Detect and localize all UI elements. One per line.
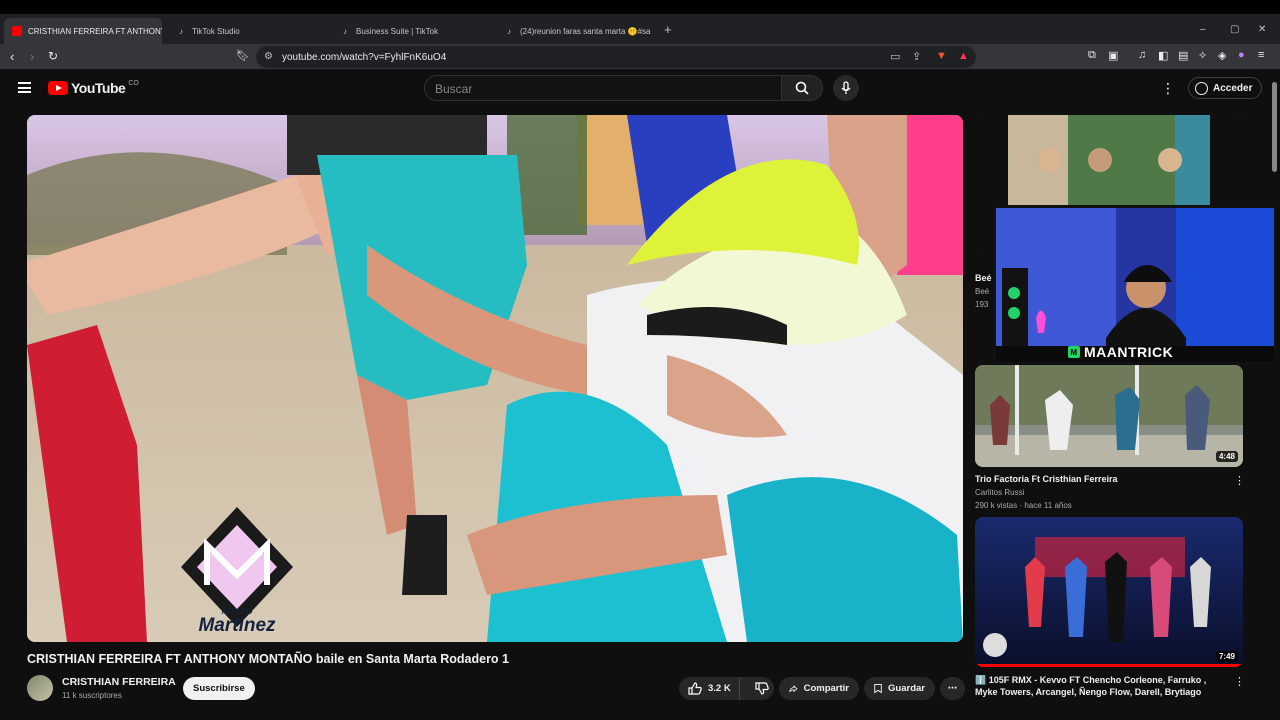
- recommendation-meta: 193: [975, 300, 989, 309]
- tiktok-icon: ♪: [343, 26, 347, 36]
- logo-text: YouTube: [71, 80, 126, 96]
- more-icon: ⋯: [947, 683, 958, 694]
- save-button[interactable]: Guardar: [864, 677, 935, 700]
- share-label: Compartir: [803, 683, 849, 694]
- tab-title: (24)reunion faras santa marta 🤫#sa: [520, 26, 651, 36]
- recommendation-title[interactable]: Trio Factoria Ft Cristhian Ferreira: [975, 473, 1223, 485]
- recommendation-menu-icon[interactable]: ⋮: [1234, 474, 1245, 487]
- channel-name[interactable]: CRISTHIAN FERREIRA: [62, 676, 176, 688]
- hamburger-menu-icon[interactable]: [18, 82, 31, 93]
- tiktok-icon: ♪: [507, 26, 511, 36]
- thumbs-up-icon: [688, 682, 702, 695]
- streamer-badge-icon: M: [1068, 346, 1080, 358]
- address-bar: ‹ › ↻ 🔖︎ ⚙ youtube.com/watch?v=FyhlFnK6u…: [0, 44, 1280, 70]
- forward-icon[interactable]: ›: [30, 49, 34, 64]
- watermark-text: Mauro Martinez: [177, 605, 297, 636]
- share-button[interactable]: Compartir: [779, 677, 859, 700]
- recommendation-channel[interactable]: Carlitos Russi: [975, 488, 1024, 497]
- share-icon: [789, 684, 798, 692]
- recommendation-title[interactable]: ℹ️ 105F RMX - Kevvo FT Chencho Corleone,…: [975, 674, 1223, 698]
- dislike-button[interactable]: [746, 677, 769, 700]
- thumbnail-image: [975, 365, 1243, 467]
- tiktok-icon: ♪: [179, 26, 183, 36]
- translate-icon[interactable]: ▣: [1108, 49, 1118, 62]
- brave-rewards-icon[interactable]: ▲: [958, 50, 969, 62]
- like-count: 3.2 K: [708, 683, 731, 694]
- music-icon[interactable]: ♫: [1138, 49, 1146, 61]
- extension-icon[interactable]: ⧉: [1088, 49, 1096, 62]
- video-title: CRISTHIAN FERREIRA FT ANTHONY MONTAÑO ba…: [27, 652, 509, 666]
- recommendation-meta: 290 k vistas · hace 11 años: [975, 501, 1072, 510]
- watermark-line2: Martinez: [198, 615, 276, 636]
- subscriber-count: 11 k suscriptores: [62, 691, 122, 700]
- like-button[interactable]: 3.2 K: [679, 677, 740, 700]
- subscribe-button[interactable]: Suscribirse: [183, 677, 255, 700]
- tab-business-suite[interactable]: ♪ Business Suite | TikTok: [332, 18, 492, 44]
- install-icon[interactable]: ▭: [890, 50, 900, 63]
- minimize-icon[interactable]: –: [1200, 24, 1206, 35]
- signin-button[interactable]: Acceder: [1188, 77, 1263, 99]
- video-player[interactable]: Mauro Martinez: [27, 115, 963, 642]
- thumbs-down-icon: [755, 682, 769, 695]
- streamer-name: MAANTRICK: [1084, 344, 1174, 360]
- recommendation-channel: Beé: [975, 287, 990, 296]
- search-icon: [795, 81, 809, 95]
- save-bookmark-icon: [874, 684, 882, 694]
- wallet-icon[interactable]: ▤: [1178, 49, 1188, 62]
- menu-icon[interactable]: ≡: [1258, 49, 1264, 61]
- bookmark-icon[interactable]: 🔖︎: [236, 49, 250, 62]
- maximize-icon[interactable]: ▢: [1230, 24, 1239, 35]
- profile-icon[interactable]: ●: [1238, 49, 1245, 61]
- share-page-icon[interactable]: ⇪: [912, 50, 921, 63]
- reload-icon[interactable]: ↻: [48, 49, 58, 63]
- thumbnail-image: [975, 517, 1243, 667]
- youtube-logo[interactable]: YouTube CO: [48, 80, 139, 96]
- tab-title: TikTok Studio: [192, 26, 240, 36]
- tab-title: Business Suite | TikTok: [356, 26, 439, 36]
- site-info-icon[interactable]: ⚙: [264, 51, 273, 62]
- vpn-icon[interactable]: ◈: [1218, 49, 1226, 62]
- streamer-webcam-overlay: [994, 206, 1276, 364]
- duration-badge: 4:48: [1215, 451, 1238, 462]
- url-field[interactable]: ⚙ youtube.com/watch?v=FyhlFnK6uO4 ▭ ⇪ ▼ …: [256, 46, 976, 68]
- tab-youtube[interactable]: CRISTHIAN FERREIRA FT ANTHONY ×: [4, 18, 162, 44]
- tab-tiktok-studio[interactable]: ♪ TikTok Studio: [168, 18, 328, 44]
- signin-label: Acceder: [1213, 82, 1253, 94]
- search-button[interactable]: [781, 75, 823, 101]
- streamer-name-tag: M MAANTRICK: [1068, 344, 1173, 360]
- webcam-feed: [996, 208, 1274, 362]
- page-scrollbar[interactable]: [1272, 82, 1277, 172]
- more-actions-button[interactable]: ⋯: [940, 677, 965, 700]
- microphone-icon: [841, 81, 851, 94]
- youtube-icon: [12, 26, 22, 36]
- recommendation-menu-icon[interactable]: ⋮: [1234, 675, 1245, 688]
- browser-tab-bar: CRISTHIAN FERREIRA FT ANTHONY × ♪ TikTok…: [0, 0, 1280, 44]
- voice-search-button[interactable]: [833, 75, 859, 101]
- new-tab-icon[interactable]: +: [664, 22, 672, 37]
- recommendation-thumbnail-2[interactable]: 4:48: [975, 365, 1243, 467]
- youtube-header: YouTube CO Buscar ⋮ Acceder: [0, 71, 1280, 109]
- like-dislike-group: 3.2 K: [679, 677, 774, 700]
- brave-shield-icon[interactable]: ▼: [936, 50, 947, 62]
- search-input[interactable]: Buscar: [424, 75, 782, 101]
- back-icon[interactable]: ‹: [10, 49, 14, 64]
- country-code: CO: [128, 79, 139, 87]
- tab-title: CRISTHIAN FERREIRA FT ANTHONY: [28, 26, 162, 36]
- recommendation-thumbnail-3[interactable]: 7:49: [975, 517, 1243, 667]
- channel-avatar[interactable]: [27, 675, 53, 701]
- close-window-icon[interactable]: ✕: [1258, 24, 1266, 35]
- duration-badge: 7:49: [1215, 651, 1238, 662]
- user-icon: [1195, 81, 1208, 95]
- tab-tiktok-search[interactable]: ♪ (24)reunion faras santa marta 🤫#sa: [496, 18, 656, 44]
- save-label: Guardar: [888, 683, 925, 694]
- sidebar-icon[interactable]: ◧: [1158, 49, 1168, 62]
- leo-icon[interactable]: ✧: [1198, 49, 1207, 62]
- settings-kebab-icon[interactable]: ⋮: [1161, 80, 1175, 97]
- video-frame: [27, 115, 963, 642]
- url-text: youtube.com/watch?v=FyhlFnK6uO4: [282, 51, 447, 63]
- youtube-play-icon: [48, 81, 68, 95]
